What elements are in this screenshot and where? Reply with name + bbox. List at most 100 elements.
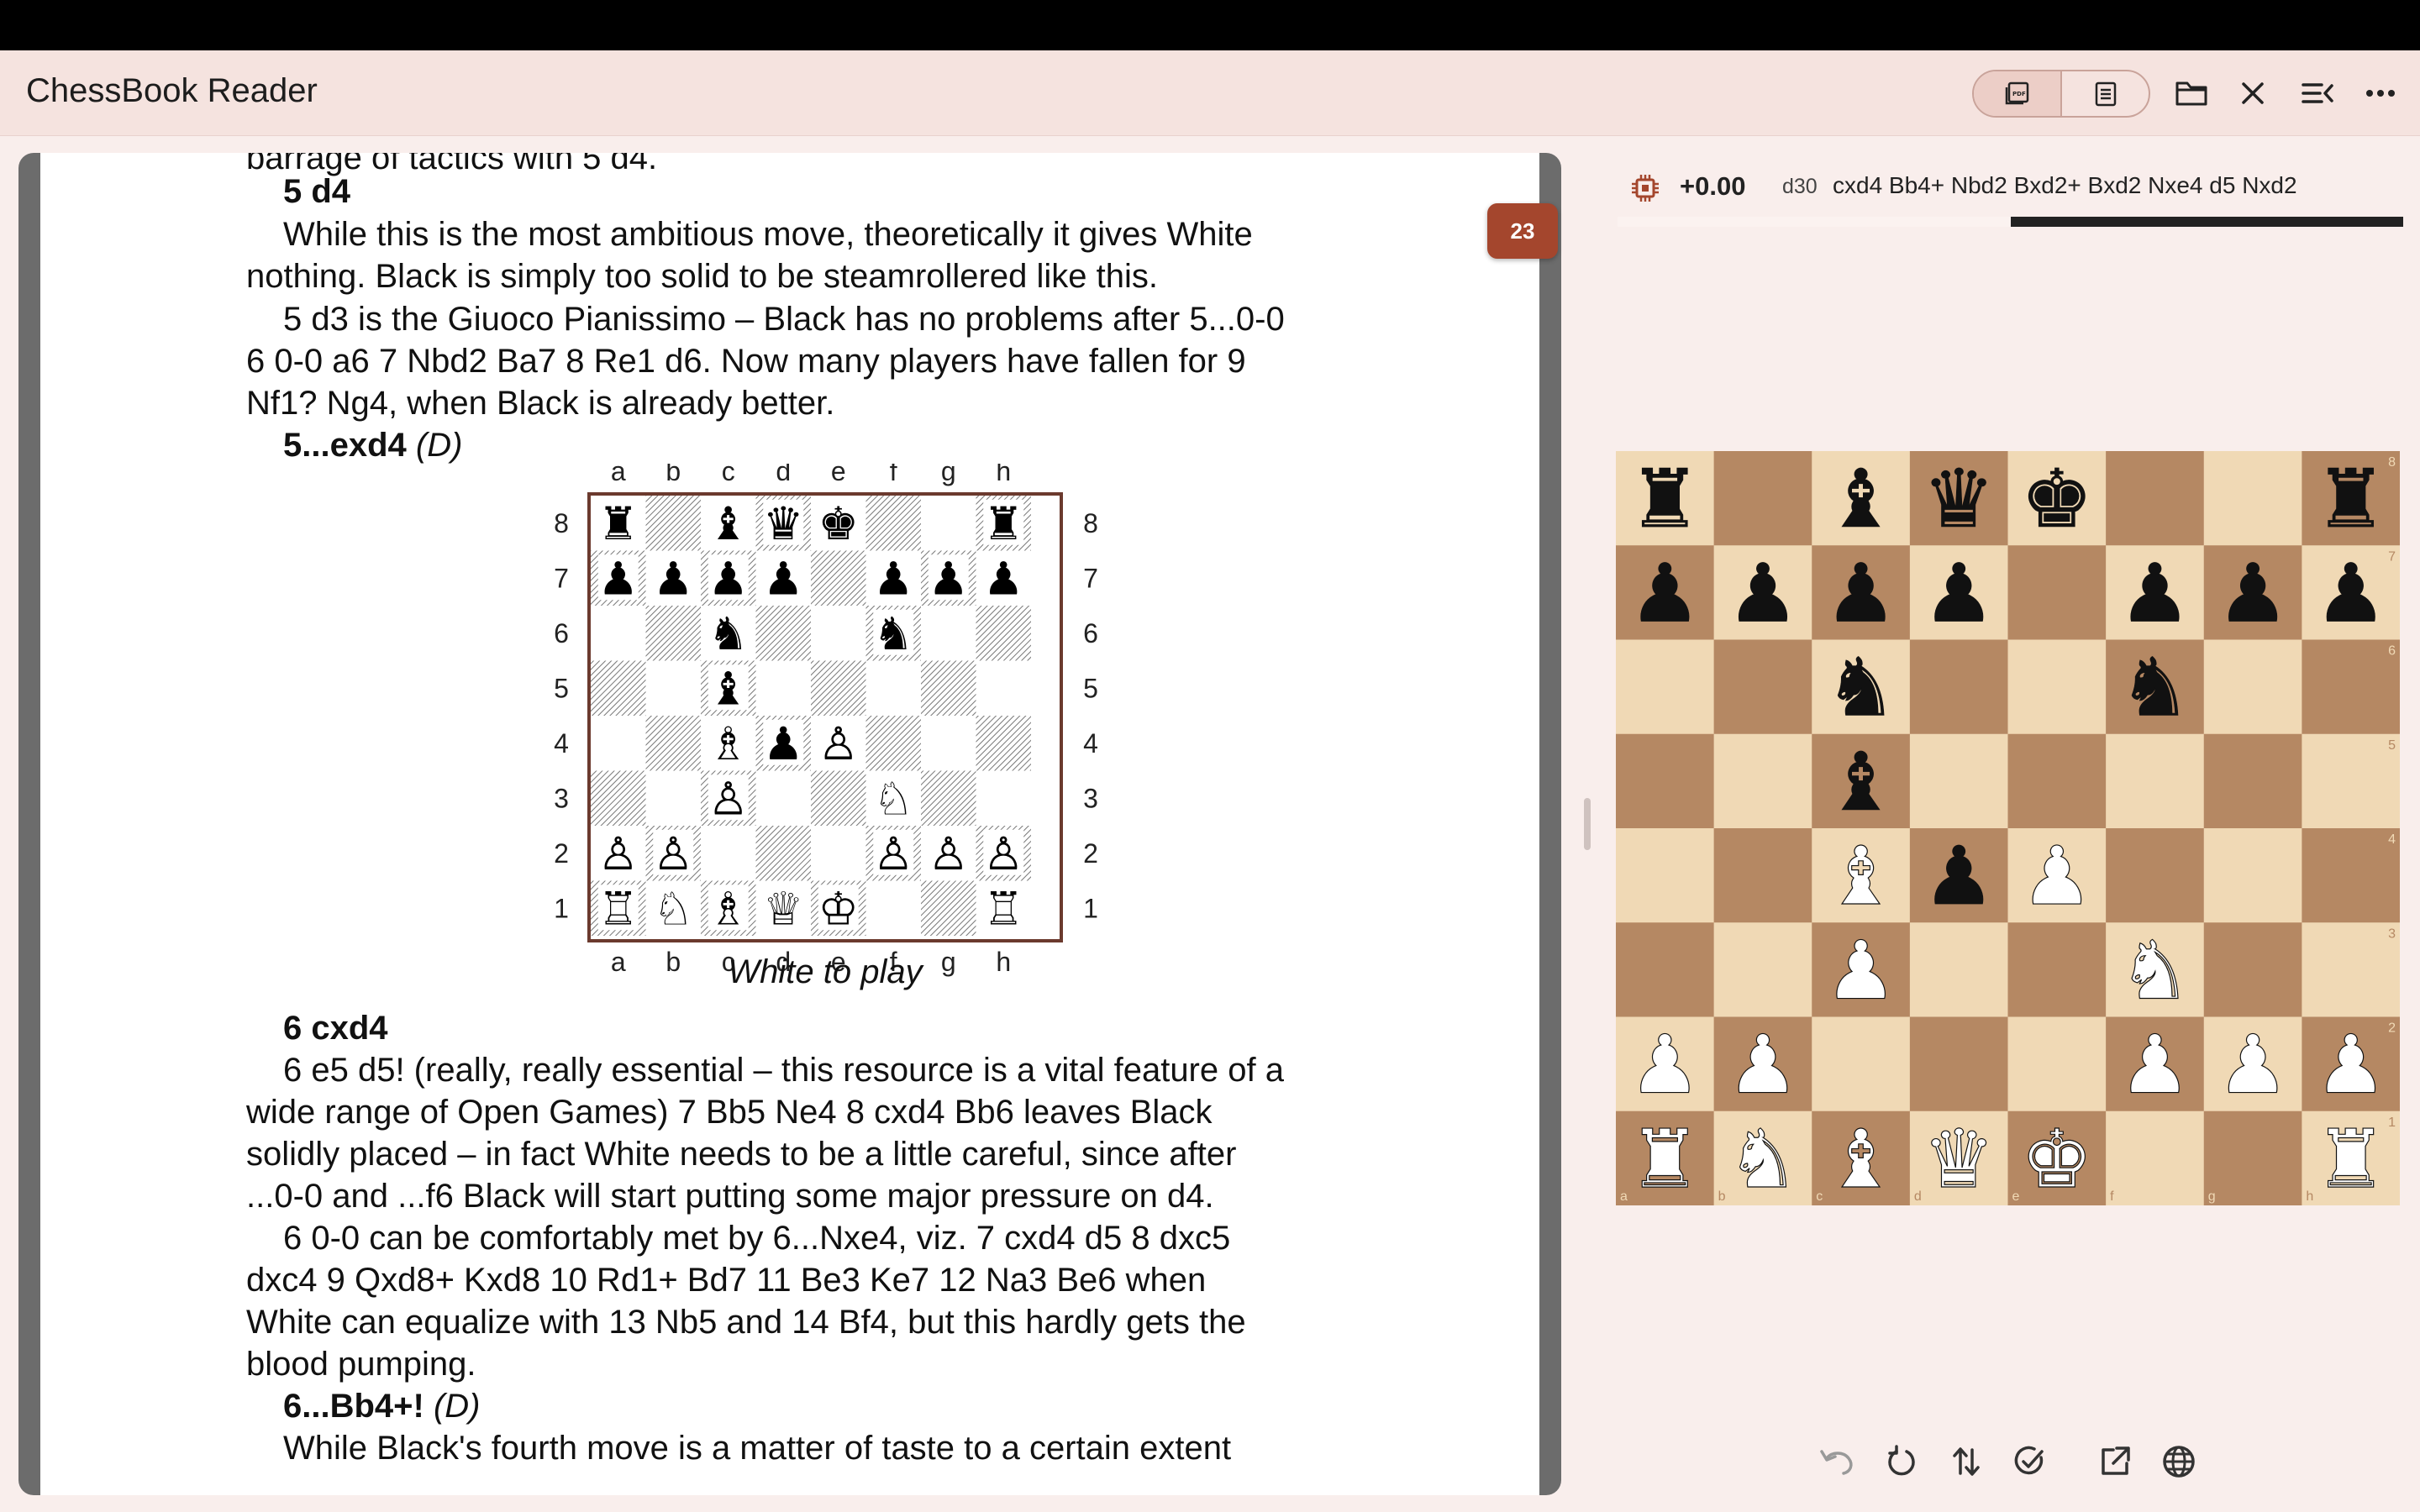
white-pawn-piece[interactable]: ♟ bbox=[2314, 1017, 2387, 1112]
board-square-g4[interactable] bbox=[2203, 828, 2302, 923]
board-square-d6[interactable] bbox=[1909, 639, 2008, 735]
white-pawn-piece[interactable]: ♟ bbox=[1628, 1017, 1702, 1112]
white-pawn-piece[interactable]: ♟ bbox=[2020, 829, 2093, 924]
board-square-b8[interactable] bbox=[1713, 451, 1812, 546]
board-square-d5[interactable] bbox=[1909, 733, 2008, 829]
close-button[interactable] bbox=[2232, 72, 2274, 114]
undo-button[interactable] bbox=[1815, 1440, 1859, 1483]
white-knight-piece[interactable]: ♞ bbox=[2118, 923, 2191, 1018]
white-knight-piece[interactable]: ♞ bbox=[1726, 1111, 1799, 1205]
black-knight-piece[interactable]: ♞ bbox=[2118, 640, 2191, 735]
black-rook: ♜ bbox=[983, 497, 1023, 550]
white-pawn-piece[interactable]: ♟ bbox=[1824, 923, 1897, 1018]
text-line: blood pumping. bbox=[246, 1346, 476, 1383]
board-file-coord: d bbox=[1914, 1189, 1922, 1204]
board-square-g6[interactable] bbox=[2203, 639, 2302, 735]
black-rook-piece[interactable]: ♜ bbox=[1628, 452, 1702, 547]
diagram-file-label: d bbox=[776, 464, 791, 486]
board-square-f8[interactable] bbox=[2106, 451, 2205, 546]
board-square-c2[interactable] bbox=[1812, 1016, 1911, 1112]
board-square-f1[interactable] bbox=[2106, 1110, 2205, 1205]
white-bishop-piece[interactable]: ♝ bbox=[1824, 1111, 1897, 1205]
book-page[interactable]: barrage of tactics with 5 d4. 5 d4 While… bbox=[40, 153, 1539, 1495]
board-square-a4[interactable] bbox=[1616, 828, 1715, 923]
web-button[interactable] bbox=[2157, 1440, 2201, 1483]
board-square-g5[interactable] bbox=[2203, 733, 2302, 829]
view-mode-toggle[interactable]: PDF bbox=[1972, 70, 2150, 118]
black-pawn-piece[interactable]: ♟ bbox=[2314, 546, 2387, 641]
board-square-h6[interactable] bbox=[2302, 639, 2400, 735]
more-button[interactable] bbox=[2360, 72, 2402, 114]
black-pawn-piece[interactable]: ♟ bbox=[1824, 546, 1897, 641]
chessboard[interactable]: 8a7b6c5d4e3f2g1h ♜ ♝ ♛ ♚ ♜♟ ♟ ♟ ♟ ♟ ♟ ♟♞ ♞♝♝ ♟ ♟♟ ♞♟ ♟ ♟… bbox=[1616, 451, 2400, 1205]
board-square-b5[interactable] bbox=[1713, 733, 1812, 829]
move-heading[interactable]: 5 d4 bbox=[283, 171, 350, 212]
black-pawn-piece[interactable]: ♟ bbox=[1727, 546, 1800, 641]
text-line: wide range of Open Games) 7 Bb5 Ne4 8 cx… bbox=[246, 1094, 1213, 1131]
black-pawn-piece[interactable]: ♟ bbox=[1628, 546, 1702, 641]
white-knight: ♘ bbox=[653, 882, 693, 935]
board-square-b4[interactable] bbox=[1713, 828, 1812, 923]
black-pawn-piece[interactable]: ♟ bbox=[2118, 546, 2191, 641]
diagram-square bbox=[591, 660, 646, 716]
black-bishop-piece[interactable]: ♝ bbox=[1824, 452, 1897, 547]
board-square-e5[interactable] bbox=[2007, 733, 2107, 829]
black-king-piece[interactable]: ♚ bbox=[2020, 452, 2093, 547]
white-pawn-piece[interactable]: ♟ bbox=[2118, 1017, 2191, 1112]
board-square-e7[interactable] bbox=[2007, 545, 2107, 640]
white-queen-piece[interactable]: ♛ bbox=[1923, 1111, 1996, 1205]
board-square-b6[interactable] bbox=[1713, 639, 1812, 735]
reset-button[interactable] bbox=[1880, 1440, 1923, 1483]
white-pawn-piece[interactable]: ♟ bbox=[2216, 1017, 2289, 1112]
eval-bar-black-fill bbox=[2010, 217, 2403, 227]
move-heading[interactable]: 6...Bb4+! (D) bbox=[283, 1386, 481, 1426]
black-pawn-piece[interactable]: ♟ bbox=[1923, 546, 1996, 641]
board-square-d3[interactable] bbox=[1909, 922, 2008, 1017]
board-square-g3[interactable] bbox=[2203, 922, 2302, 1017]
pdf-view-button[interactable]: PDF bbox=[1974, 71, 2062, 116]
share-button[interactable] bbox=[2093, 1440, 2137, 1483]
black-queen-piece[interactable]: ♛ bbox=[1923, 452, 1996, 547]
black-pawn-piece[interactable]: ♟ bbox=[2217, 546, 2290, 641]
board-square-a5[interactable] bbox=[1616, 733, 1715, 829]
board-square-a3[interactable] bbox=[1616, 922, 1715, 1017]
board-square-a6[interactable] bbox=[1616, 639, 1715, 735]
pane-resize-handle[interactable] bbox=[1584, 798, 1591, 850]
black-pawn-piece[interactable]: ♟ bbox=[1923, 829, 1996, 924]
board-square-e6[interactable] bbox=[2007, 639, 2107, 735]
toggle-panel-button[interactable] bbox=[2296, 72, 2338, 114]
page-number-badge[interactable]: 23 bbox=[1487, 203, 1558, 259]
diagram-square bbox=[976, 716, 1031, 771]
white-bishop-piece[interactable]: ♝ bbox=[1824, 829, 1897, 924]
diagram-square bbox=[755, 826, 811, 881]
board-file-coord: f bbox=[2110, 1189, 2114, 1204]
white-pawn-piece[interactable]: ♟ bbox=[1726, 1017, 1799, 1112]
board-square-g8[interactable] bbox=[2203, 451, 2302, 546]
black-knight-piece[interactable]: ♞ bbox=[1824, 640, 1897, 735]
open-folder-button[interactable] bbox=[2170, 72, 2212, 114]
board-square-g1[interactable] bbox=[2203, 1110, 2302, 1205]
book-pane[interactable]: barrage of tactics with 5 d4. 5 d4 While… bbox=[18, 153, 1561, 1495]
engine-principal-variation[interactable]: cxd4 Bb4+ Nbd2 Bxd2+ Bxd2 Nxe4 d5 Nxd2 bbox=[1833, 172, 2297, 199]
diagram-square bbox=[811, 550, 866, 606]
board-square-h3[interactable] bbox=[2302, 922, 2400, 1017]
board-square-h5[interactable] bbox=[2302, 733, 2400, 829]
text-view-button[interactable] bbox=[2062, 71, 2149, 116]
white-king-piece[interactable]: ♚ bbox=[2020, 1111, 2093, 1205]
move-heading[interactable]: 5...exd4 (D) bbox=[283, 425, 462, 465]
black-bishop-piece[interactable]: ♝ bbox=[1824, 735, 1897, 830]
move-heading[interactable]: 6 cxd4 bbox=[283, 1008, 388, 1048]
board-square-e3[interactable] bbox=[2007, 922, 2107, 1017]
black-rook-piece[interactable]: ♜ bbox=[2314, 452, 2387, 547]
board-square-d2[interactable] bbox=[1909, 1016, 2008, 1112]
board-square-e2[interactable] bbox=[2007, 1016, 2107, 1112]
board-square-f5[interactable] bbox=[2106, 733, 2205, 829]
white-rook-piece[interactable]: ♜ bbox=[1628, 1111, 1702, 1205]
flip-board-button[interactable] bbox=[1944, 1440, 1988, 1483]
board-square-h4[interactable] bbox=[2302, 828, 2400, 923]
engine-chip-icon[interactable] bbox=[1630, 173, 1660, 203]
analysis-button[interactable] bbox=[2008, 1440, 2052, 1483]
board-square-f4[interactable] bbox=[2106, 828, 2205, 923]
white-rook-piece[interactable]: ♜ bbox=[2314, 1111, 2387, 1205]
board-square-b3[interactable] bbox=[1713, 922, 1812, 1017]
